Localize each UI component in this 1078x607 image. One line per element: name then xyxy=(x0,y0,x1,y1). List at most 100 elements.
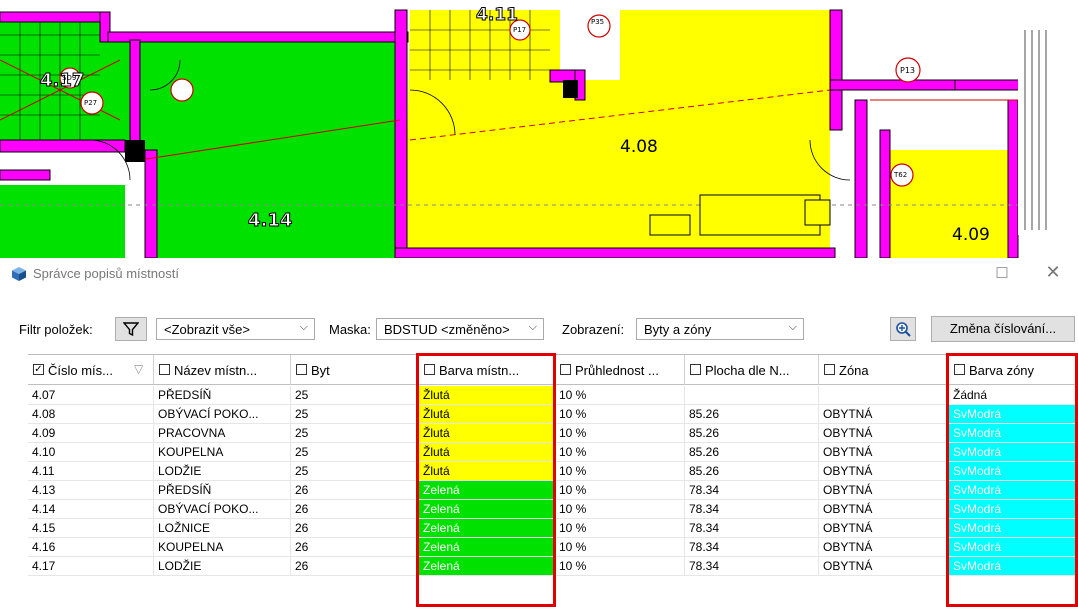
mask-label: Maska: xyxy=(329,322,371,337)
cell-room-number: 4.13 xyxy=(28,481,154,500)
filter-label: Filtr položek: xyxy=(19,322,93,337)
funnel-icon xyxy=(123,322,139,337)
chevron-down-icon: ⌵ xyxy=(299,321,308,333)
cell-room-number: 4.17 xyxy=(28,557,154,576)
cell-room-name: PRACOVNA xyxy=(154,424,291,443)
tag-p35: P35 xyxy=(591,18,605,26)
window-title: Správce popisů místností xyxy=(33,266,179,281)
column-checkbox[interactable] xyxy=(424,364,435,375)
cell-room-name: LOŽNICE xyxy=(154,519,291,538)
floor-plan-graphics xyxy=(0,9,1078,258)
cell-area: 85.26 xyxy=(685,405,819,424)
close-button[interactable]: ✕ xyxy=(1038,262,1068,284)
cell-room-color: Zelená xyxy=(419,538,555,557)
cell-transparency: 10 % xyxy=(555,538,685,557)
column-checkbox[interactable] xyxy=(296,364,307,375)
cell-apartment: 26 xyxy=(291,538,419,557)
column-header-room-color[interactable]: Barva místn... xyxy=(419,355,555,385)
table-row[interactable]: 4.17 LODŽIE 26 Zelená 10 % 78.34 OBYTNÁ SvModrá xyxy=(28,557,1078,576)
column-checkbox[interactable] xyxy=(824,364,835,375)
table-row[interactable]: 4.11 LODŽIE 25 Žlutá 10 % 85.26 OBYTNÁ SvModrá xyxy=(28,462,1078,481)
cell-transparency: 10 % xyxy=(555,424,685,443)
cell-transparency: 10 % xyxy=(555,443,685,462)
cell-area: 78.34 xyxy=(685,519,819,538)
cell-area: 85.26 xyxy=(685,462,819,481)
cell-room-color: Žlutá xyxy=(419,443,555,462)
column-header-area[interactable]: Plocha dle N... xyxy=(685,355,819,385)
rooms-table[interactable]: ✓ Číslo mís... ▽ Název místn... Byt Barva mís… xyxy=(28,353,1078,607)
column-header-zone[interactable]: Zóna xyxy=(819,355,949,385)
cell-zone xyxy=(819,386,949,405)
cell-room-number: 4.16 xyxy=(28,538,154,557)
table-row[interactable]: 4.14 OBÝVACÍ POKO... 26 Zelená 10 % 78.34 OBYT… xyxy=(28,500,1078,519)
view-select[interactable]: Byty a zóny ⌵ xyxy=(636,318,804,340)
table-row[interactable]: 4.07 PŘEDSÍŇ 25 Žlutá 10 % Žádná xyxy=(28,386,1078,405)
maximize-button[interactable]: ☐ xyxy=(988,264,1016,284)
filter-select-value: <Zobrazit vše> xyxy=(164,322,250,337)
cell-room-color: Žlutá xyxy=(419,424,555,443)
column-header-label: Plocha dle N... xyxy=(705,363,790,378)
cell-zone-color: SvModrá xyxy=(949,481,1078,500)
column-header-label: Barva zóny xyxy=(969,363,1035,378)
renumber-button[interactable]: Změna číslování... xyxy=(931,316,1075,342)
column-checkbox[interactable] xyxy=(954,364,965,375)
room-number-4-08: 4.08 xyxy=(620,137,658,157)
table-row[interactable]: 4.08 OBÝVACÍ POKO... 25 Žlutá 10 % 85.26 OBYTN… xyxy=(28,405,1078,424)
cell-zone: OBYTNÁ xyxy=(819,500,949,519)
column-header-label: Zóna xyxy=(839,363,869,378)
table-row[interactable]: 4.10 KOUPELNA 25 Žlutá 10 % 85.26 OBYTNÁ SvModr… xyxy=(28,443,1078,462)
cell-transparency: 10 % xyxy=(555,462,685,481)
table-row[interactable]: 4.15 LOŽNICE 26 Zelená 10 % 78.34 OBYTNÁ SvModr… xyxy=(28,519,1078,538)
cell-zone-color: SvModrá xyxy=(949,557,1078,576)
cell-area: 78.34 xyxy=(685,481,819,500)
cell-area: 85.26 xyxy=(685,443,819,462)
cell-zone: OBYTNÁ xyxy=(819,405,949,424)
column-checkbox[interactable] xyxy=(560,364,571,375)
cell-zone-color: SvModrá xyxy=(949,405,1078,424)
cell-zone-color: SvModrá xyxy=(949,462,1078,481)
column-header-zone-color[interactable]: Barva zóny xyxy=(949,355,1078,385)
cell-zone-color: SvModrá xyxy=(949,538,1078,557)
column-header-room-number[interactable]: ✓ Číslo mís... ▽ xyxy=(28,355,154,385)
cell-room-number: 4.08 xyxy=(28,405,154,424)
table-row[interactable]: 4.16 KOUPELNA 26 Zelená 10 % 78.34 OBYTNÁ SvMod… xyxy=(28,538,1078,557)
column-checkbox[interactable] xyxy=(159,364,170,375)
cell-room-name: KOUPELNA xyxy=(154,538,291,557)
cell-area: 78.34 xyxy=(685,538,819,557)
cell-transparency: 10 % xyxy=(555,519,685,538)
cell-room-name: OBÝVACÍ POKO... xyxy=(154,500,291,519)
cell-transparency: 10 % xyxy=(555,481,685,500)
cell-apartment: 25 xyxy=(291,386,419,405)
sort-funnel-icon[interactable]: ▽ xyxy=(134,362,143,376)
cell-room-number: 4.09 xyxy=(28,424,154,443)
zoom-to-room-button[interactable] xyxy=(890,317,916,341)
filter-select[interactable]: <Zobrazit vše> ⌵ xyxy=(156,318,315,340)
column-checkbox[interactable] xyxy=(690,364,701,375)
app-cube-icon xyxy=(12,267,26,281)
cell-zone: OBYTNÁ xyxy=(819,538,949,557)
cell-zone-color: SvModrá xyxy=(949,500,1078,519)
room-number-4-14: 4.14 xyxy=(247,210,293,232)
column-header-label: Číslo mís... xyxy=(48,363,114,378)
column-header-room-name[interactable]: Název místn... xyxy=(154,355,291,385)
column-header-label: Byt xyxy=(311,363,330,378)
column-header-transparency[interactable]: Průhlednost ... xyxy=(555,355,685,385)
cell-zone: OBYTNÁ xyxy=(819,481,949,500)
table-row[interactable]: 4.13 PŘEDSÍŇ 26 Zelená 10 % 78.34 OBYTNÁ SvModr… xyxy=(28,481,1078,500)
cell-apartment: 25 xyxy=(291,405,419,424)
column-checkbox[interactable]: ✓ xyxy=(33,364,44,375)
room-labels-manager-dialog: Správce popisů místností ☐ ✕ Filtr polož… xyxy=(0,258,1078,607)
cell-room-name: KOUPELNA xyxy=(154,443,291,462)
cell-room-name: LODŽIE xyxy=(154,462,291,481)
cell-area: 85.26 xyxy=(685,424,819,443)
mask-select[interactable]: BDSTUD <změněno> ⌵ xyxy=(376,318,544,340)
cell-room-color: Žlutá xyxy=(419,386,555,405)
tag-p27: P27 xyxy=(84,99,98,107)
cell-area: 78.34 xyxy=(685,557,819,576)
title-bar[interactable]: Správce popisů místností ☐ ✕ xyxy=(0,258,1078,290)
cad-floor-plan[interactable]: 4.17 4.14 4.08 4.09 4.11 P35 P13 P27 P17… xyxy=(0,0,1078,258)
filter-button[interactable] xyxy=(115,317,147,341)
cell-apartment: 25 xyxy=(291,443,419,462)
column-header-apartment[interactable]: Byt xyxy=(291,355,419,385)
table-row[interactable]: 4.09 PRACOVNA 25 Žlutá 10 % 85.26 OBYTNÁ SvModr… xyxy=(28,424,1078,443)
